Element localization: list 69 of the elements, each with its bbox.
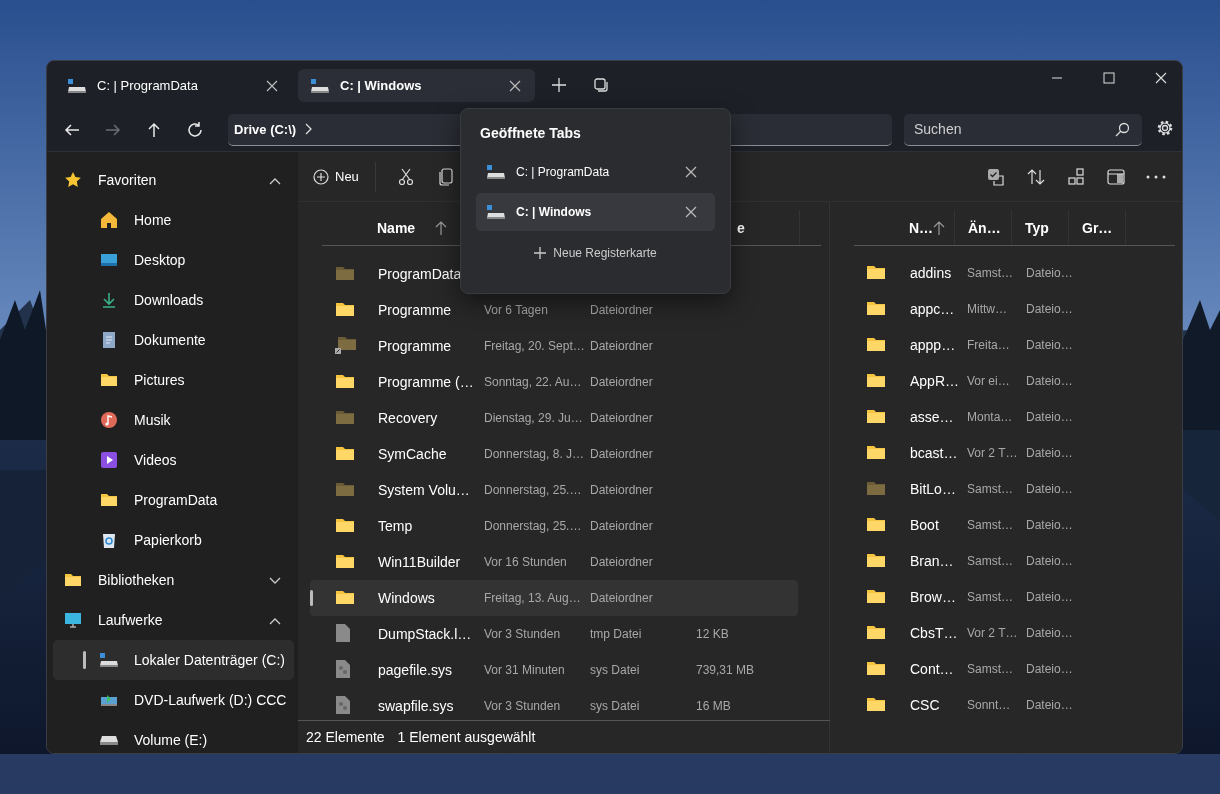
file-type: Dateio… [1026,554,1074,568]
file-name: System Volu… [378,482,471,498]
selection-count: 1 Element ausgewählt [397,729,536,745]
modified-date: Vor 2 T… [967,626,1019,640]
file-type: Dateiordner [590,591,654,605]
file-type: Dateiordner [590,375,654,389]
file-type: Dateio… [1026,626,1074,640]
file-type: Dateio… [1026,482,1074,496]
modified-date: Vor 6 Tagen [484,303,549,317]
modified-date: Vor 31 Minuten [484,663,566,677]
file-name: swapfile.sys [378,698,455,714]
file-type: Dateio… [1026,302,1074,316]
file-type: Dateio… [1026,374,1074,388]
file-size: 16 MB [696,699,732,713]
modified-date: Freitag, 20. Sept… [484,339,586,353]
modified-date: Samst… [967,266,1014,280]
modified-date: Donnerstag, 25.… [484,483,583,497]
file-type: sys Datei [590,663,641,677]
modified-date: Vor 3 Stunden [484,627,562,641]
modified-date: Samst… [967,590,1014,604]
file-type: Dateiordner [590,303,654,317]
file-name: SymCache [378,446,448,462]
modified-date: Mittw… [967,302,1008,316]
modified-date: Sonnt… [967,698,1012,712]
file-size: 739,31 MB [696,663,756,677]
modified-date: Donnerstag, 8. J… [484,447,586,461]
file-name: DumpStack.l… [378,626,473,642]
modified-date: Samst… [967,662,1014,676]
file-name: Programme (… [378,374,475,390]
modified-date: Samst… [967,554,1014,568]
file-type: Dateiordner [590,411,654,425]
file-type: Dateiordner [590,483,654,497]
file-name: Temp [378,518,414,534]
file-type: Dateiordner [590,447,654,461]
file-name: ProgramData [378,266,463,282]
file-type: Dateio… [1026,698,1074,712]
file-type: Dateio… [1026,662,1074,676]
modified-date: Freitag, 13. Aug… [484,591,582,605]
modified-date: Vor 3 Stunden [484,699,562,713]
item-count: 22 Elemente [306,729,385,745]
file-type: sys Datei [590,699,641,713]
modified-date: Monta… [967,410,1014,424]
file-name: Win11Builder [378,554,462,570]
file-name: Programme [378,338,453,354]
file-type: Dateiordner [590,519,654,533]
file-name: pagefile.sys [378,662,453,678]
modified-date: Samst… [967,482,1014,496]
modified-date: Vor 16 Stunden [484,555,568,569]
flyout-title: Geöffnete Tabs [480,125,582,141]
file-type: tmp Datei [590,627,643,641]
modified-date: Freita… [967,338,1011,352]
file-type: Dateio… [1026,410,1074,424]
file-size: 12 KB [696,627,730,641]
file-name: Programme [378,302,453,318]
file-type: Dateio… [1026,446,1074,460]
modified-date: Vor ei… [967,374,1011,388]
file-type: Dateio… [1026,518,1074,532]
file-name: Windows [378,590,436,606]
modified-date: Donnerstag, 25.… [484,519,583,533]
modified-date: Dienstag, 29. Ju… [484,411,584,425]
file-type: Dateiordner [590,339,654,353]
file-type: Dateio… [1026,590,1074,604]
file-type: Dateio… [1026,338,1074,352]
file-name: Recovery [378,410,439,426]
file-type: Dateiordner [590,555,654,569]
modified-date: Samst… [967,518,1014,532]
file-type: Dateio… [1026,266,1074,280]
modified-date: Sonntag, 22. Au… [484,375,583,389]
modified-date: Vor 2 T… [967,446,1019,460]
